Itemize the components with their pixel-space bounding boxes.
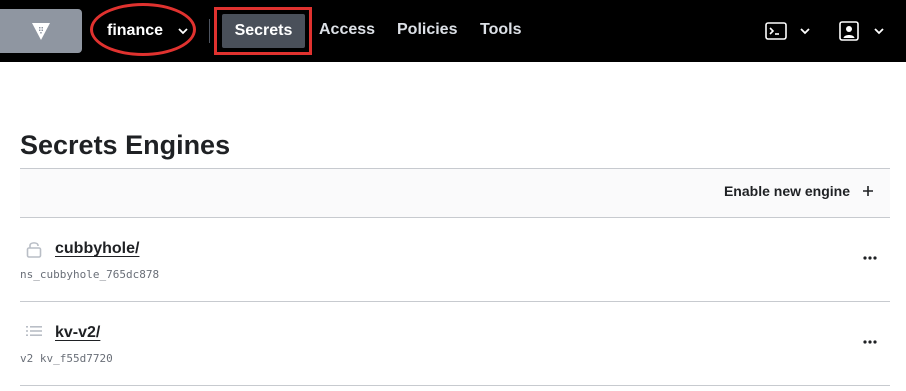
user-menu-button[interactable] <box>834 18 888 46</box>
chevron-down-icon <box>874 28 884 35</box>
page-title: Secrets Engines <box>20 130 231 160</box>
chevron-down-icon <box>178 28 188 35</box>
engine-row-kv-v2[interactable]: kv-v2/ v2 kv_f55d7720 <box>20 302 890 386</box>
list-icon <box>26 326 42 336</box>
engine-accessor: v2 kv_f55d7720 <box>20 352 113 365</box>
nav-tab-secrets[interactable]: Secrets <box>222 14 305 48</box>
nav-tab-access[interactable]: Access <box>319 21 375 39</box>
terminal-icon <box>765 22 787 40</box>
engine-accessor: ns_cubbyhole_765dc878 <box>20 268 160 281</box>
lock-icon <box>26 242 42 258</box>
enable-new-engine-label: Enable new engine <box>723 183 850 199</box>
namespace-label: finance <box>107 22 164 39</box>
vault-logo-icon <box>32 23 50 40</box>
user-icon <box>839 21 859 41</box>
engine-link-kv-v2[interactable]: kv-v2/ <box>55 324 100 342</box>
more-options-icon[interactable] <box>862 250 878 266</box>
nav-tab-tools[interactable]: Tools <box>480 21 521 39</box>
namespace-switcher[interactable]: finance <box>94 9 194 53</box>
engine-link-cubbyhole[interactable]: cubbyhole/ <box>55 240 139 258</box>
more-options-icon[interactable] <box>862 334 878 350</box>
enable-new-engine-button[interactable]: Enable new engine <box>724 183 874 199</box>
console-menu-button[interactable] <box>760 18 814 46</box>
vault-logo-button[interactable] <box>0 9 82 53</box>
secrets-toolbar: Enable new engine <box>20 168 890 218</box>
top-navigation-bar: finance Secrets Access Policies Tools <box>0 0 906 62</box>
nav-divider <box>209 19 210 43</box>
engine-row-cubbyhole[interactable]: cubbyhole/ ns_cubbyhole_765dc878 <box>20 218 890 302</box>
plus-icon <box>863 186 873 196</box>
nav-tab-policies[interactable]: Policies <box>397 21 457 39</box>
chevron-down-icon <box>800 28 810 35</box>
